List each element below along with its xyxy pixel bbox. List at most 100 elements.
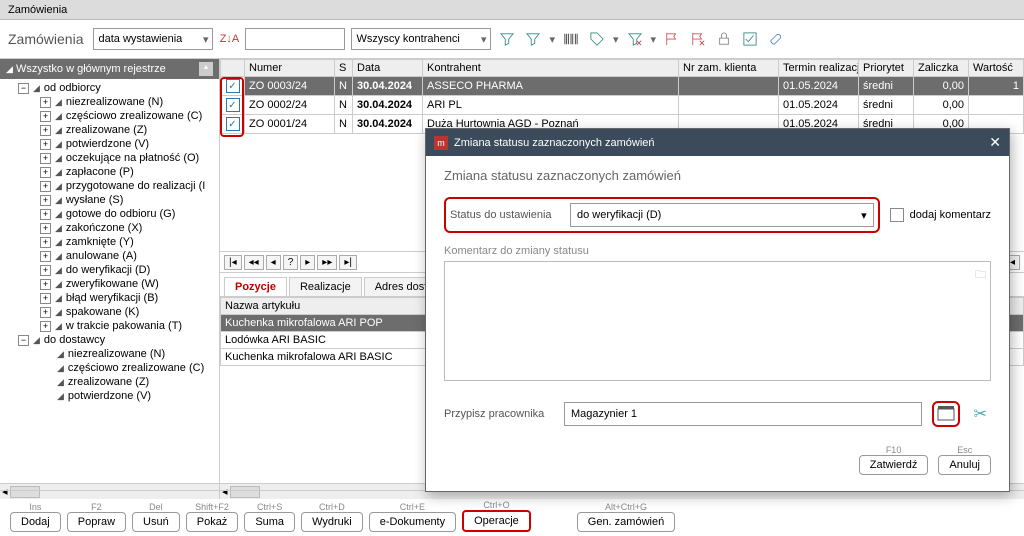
close-icon[interactable]: ✕ (989, 134, 1001, 151)
nav-nextpage-icon[interactable]: ▸▸ (317, 255, 337, 270)
dialog-title: Zmiana statusu zaznaczonych zamówień (454, 137, 655, 149)
tree-item[interactable]: ◢potwierdzone (V) (0, 389, 219, 403)
nav-first-icon[interactable]: |◂ (224, 255, 242, 270)
dialog-titlebar[interactable]: mZmiana statusu zaznaczonych zamówień ✕ (426, 129, 1009, 156)
tree-item[interactable]: ◢częściowo zrealizowane (C) (0, 361, 219, 375)
barcode-icon[interactable] (561, 29, 581, 49)
scroll-up-icon[interactable]: ▴ (199, 62, 213, 76)
tree-label: od odbiorcy (44, 82, 101, 94)
row-checkbox[interactable]: ✓ (226, 117, 240, 131)
grid-column-header[interactable]: Zaliczka (914, 60, 969, 77)
chevron-down-icon[interactable]: ▾ (549, 33, 555, 46)
nav-last-icon[interactable]: ▸| (339, 255, 357, 270)
grid-column-header[interactable]: Data (353, 60, 423, 77)
grid-column-header[interactable]: Priorytet (859, 60, 914, 77)
tree-root-do-dostawcy[interactable]: −◢do dostawcy (0, 333, 219, 347)
tree-item-label: zakończone (X) (66, 222, 142, 234)
kontrahenci-combo[interactable]: Wszyscy kontrahenci ▾ (351, 28, 491, 50)
tree-item[interactable]: ◢zrealizowane (Z) (0, 375, 219, 389)
toolbar-button-dodaj[interactable]: Dodaj (10, 512, 61, 532)
toolbar-button-wydruki[interactable]: Wydruki (301, 512, 363, 532)
toolbar-button-usuń[interactable]: Usuń (132, 512, 180, 532)
tab-realizacje[interactable]: Realizacje (289, 277, 362, 296)
scissors-icon[interactable]: ✂ (970, 404, 991, 424)
tree-item[interactable]: +◢zrealizowane (Z) (0, 123, 219, 137)
toolbar-button-e-dokumenty[interactable]: e-Dokumenty (369, 512, 456, 532)
toolbar-button-operacje[interactable]: Operacje (462, 510, 531, 532)
tree-item[interactable]: +◢przygotowane do realizacji (I (0, 179, 219, 193)
toolbar-button-popraw[interactable]: Popraw (67, 512, 126, 532)
search-input-1[interactable] (245, 28, 345, 50)
folder-icon[interactable]: 🗀 (975, 266, 986, 285)
tree-item[interactable]: +◢w trakcie pakowania (T) (0, 319, 219, 333)
status-label: Status do ustawienia (450, 209, 560, 221)
grid-column-header[interactable]: Wartość (969, 60, 1024, 77)
add-comment-checkbox[interactable]: dodaj komentarz (890, 208, 991, 222)
nav-help-icon[interactable]: ? (283, 255, 299, 270)
date-combo[interactable]: data wystawienia ▾ (93, 28, 213, 50)
cancel-button[interactable]: Anuluj (938, 455, 991, 475)
flag-clear-icon[interactable] (688, 29, 708, 49)
tree-item[interactable]: +◢oczekujące na płatność (O) (0, 151, 219, 165)
tree-item[interactable]: +◢zakończone (X) (0, 221, 219, 235)
ok-button[interactable]: Zatwierdź (859, 455, 929, 475)
tree-label: do dostawcy (44, 334, 105, 346)
toolbar-button-suma[interactable]: Suma (244, 512, 295, 532)
tree-item[interactable]: +◢zweryfikowane (W) (0, 277, 219, 291)
tag-icon[interactable] (587, 29, 607, 49)
tree-item[interactable]: +◢potwierdzone (V) (0, 137, 219, 151)
assign-lookup-button[interactable] (932, 401, 960, 427)
table-row[interactable]: ✓ZO 0002/24N30.04.2024ARI PL01.05.2024śr… (221, 96, 1024, 115)
nav-prevpage-icon[interactable]: ◂◂ (244, 255, 264, 270)
grid-column-header[interactable]: Nr zam. klienta (679, 60, 779, 77)
chevron-down-icon: ▾ (861, 209, 867, 222)
tree-item[interactable]: +◢błąd weryfikacji (B) (0, 291, 219, 305)
filter-star-icon[interactable] (497, 29, 517, 49)
attachment-icon[interactable] (766, 29, 786, 49)
grid-column-header[interactable]: Numer (245, 60, 335, 77)
nav-next-icon[interactable]: ▸ (300, 255, 315, 270)
tree-item[interactable]: +◢spakowane (K) (0, 305, 219, 319)
toolbar-button-group: Ctrl+DWydruki (301, 502, 363, 532)
tree-item[interactable]: +◢gotowe do odbioru (G) (0, 207, 219, 221)
tree-item[interactable]: ◢niezrealizowane (N) (0, 347, 219, 361)
lock-icon[interactable] (714, 29, 734, 49)
checkbox-icon[interactable] (740, 29, 760, 49)
chevron-down-icon[interactable]: ▾ (651, 33, 657, 46)
comment-textarea[interactable]: 🗀 (444, 261, 991, 381)
toolbar-button-gen. zamówień[interactable]: Gen. zamówień (577, 512, 675, 532)
tree-header[interactable]: ◢ Wszystko w głównym rejestrze ▴ (0, 59, 219, 79)
tab-pozycje[interactable]: Pozycje (224, 277, 287, 296)
tree-header-label: Wszystko w głównym rejestrze (16, 63, 166, 75)
nav-prev-icon[interactable]: ◂ (266, 255, 281, 270)
tree-root-od-odbiorcy[interactable]: −◢od odbiorcy (0, 81, 219, 95)
tree-item[interactable]: +◢anulowane (A) (0, 249, 219, 263)
tree-item[interactable]: +◢zamknięte (Y) (0, 235, 219, 249)
orders-grid[interactable]: NumerSDataKontrahentNr zam. klientaTermi… (220, 59, 1024, 134)
tree-item[interactable]: +◢do weryfikacji (D) (0, 263, 219, 277)
toolbar-button-group: Shift+F2Pokaż (186, 502, 239, 532)
status-combo[interactable]: do weryfikacji (D) ▾ (570, 203, 874, 227)
tree-item[interactable]: +◢wysłane (S) (0, 193, 219, 207)
assign-input[interactable]: Magazynier 1 (564, 402, 922, 426)
flag-icon[interactable] (662, 29, 682, 49)
row-checkbox[interactable]: ✓ (226, 79, 240, 93)
tree-item[interactable]: +◢zapłacone (P) (0, 165, 219, 179)
toolbar-button-pokaż[interactable]: Pokaż (186, 512, 239, 532)
tree-item-label: zrealizowane (Z) (66, 124, 147, 136)
table-row[interactable]: ✓ZO 0003/24N30.04.2024ASSECO PHARMA01.05… (221, 77, 1024, 96)
grid-column-header[interactable]: Kontrahent (423, 60, 679, 77)
row-checkbox[interactable]: ✓ (226, 98, 240, 112)
filter-clear-icon[interactable] (625, 29, 645, 49)
status-change-dialog: mZmiana statusu zaznaczonych zamówień ✕ … (425, 128, 1010, 492)
grid-column-header[interactable] (221, 60, 245, 77)
tree-item[interactable]: +◢niezrealizowane (N) (0, 95, 219, 109)
sort-za-icon[interactable]: Z↓A (219, 29, 239, 49)
grid-column-header[interactable]: Termin realizacji (779, 60, 859, 77)
tree-item[interactable]: +◢częściowo zrealizowane (C) (0, 109, 219, 123)
tree-panel: ◢ Wszystko w głównym rejestrze ▴ −◢od od… (0, 59, 220, 499)
chevron-down-icon[interactable]: ▾ (613, 33, 619, 46)
tree-item-label: zweryfikowane (W) (66, 278, 159, 290)
filter-icon[interactable] (523, 29, 543, 49)
grid-column-header[interactable]: S (335, 60, 353, 77)
